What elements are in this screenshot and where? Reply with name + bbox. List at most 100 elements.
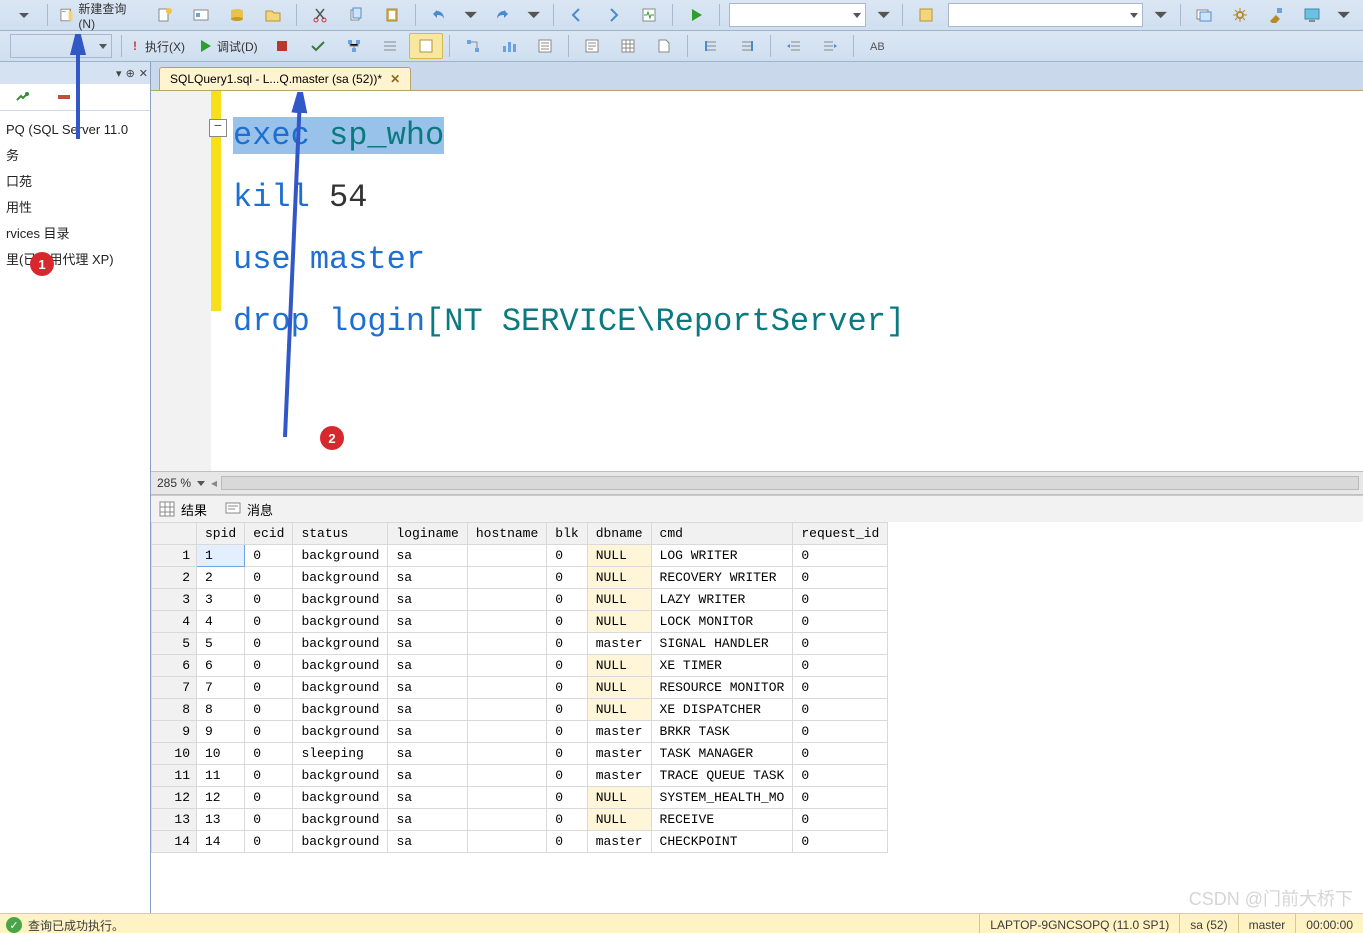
tool2-icon[interactable] [1259, 2, 1293, 28]
chevron-down-icon [853, 13, 861, 18]
table-row[interactable]: 220backgroundsa0NULLRECOVERY WRITER0 [152, 567, 888, 589]
stop-icon[interactable] [265, 33, 299, 59]
table-row[interactable]: 12120backgroundsa0NULLSYSTEM_HEALTH_MO0 [152, 787, 888, 809]
tree-item[interactable]: 口苑 [4, 169, 146, 195]
tree-item[interactable]: 里(已禁用代理 XP) [4, 247, 146, 273]
column-header[interactable]: dbname [587, 523, 651, 545]
table-row[interactable]: 550backgroundsa0masterSIGNAL HANDLER0 [152, 633, 888, 655]
table-row[interactable]: 440backgroundsa0NULLLOCK MONITOR0 [152, 611, 888, 633]
nav-fwd-icon[interactable] [596, 2, 630, 28]
table-row[interactable]: 770backgroundsa0NULLRESOURCE MONITOR0 [152, 677, 888, 699]
decrease-indent-icon[interactable] [777, 33, 811, 59]
tree-item[interactable]: rvices 目录 [4, 221, 146, 247]
undo-icon[interactable] [422, 2, 456, 28]
table-row[interactable]: 990backgroundsa0masterBRKR TASK0 [152, 721, 888, 743]
form-icon[interactable] [409, 33, 443, 59]
status-user: sa (52) [1179, 914, 1237, 933]
pin-icon[interactable]: ⊕ [126, 67, 135, 80]
find-menu-icon[interactable] [1148, 2, 1173, 28]
table-row[interactable]: 330backgroundsa0NULLLAZY WRITER0 [152, 589, 888, 611]
tree-item[interactable]: 用性 [4, 195, 146, 221]
project-combo[interactable] [729, 3, 866, 27]
database-combo[interactable] [10, 34, 112, 58]
copy-icon[interactable] [339, 2, 373, 28]
redo-dropdown-icon[interactable] [521, 2, 546, 28]
window-icon[interactable] [1187, 2, 1221, 28]
table-row[interactable]: 10100sleepingsa0masterTASK MANAGER0 [152, 743, 888, 765]
results-table[interactable]: spidecidstatusloginamehostnameblkdbnamec… [151, 522, 888, 853]
code-area[interactable]: exec sp_whokill 54use masterdrop login[N… [229, 91, 1363, 471]
code-editor[interactable]: − exec sp_whokill 54use masterdrop login… [151, 90, 1363, 471]
close-icon[interactable]: ✕ [139, 67, 148, 80]
toggleplan-icon[interactable] [456, 33, 490, 59]
paste-icon[interactable] [375, 2, 409, 28]
status-message: 查询已成功执行。 [28, 917, 124, 933]
find-combo[interactable] [948, 3, 1143, 27]
tab-results[interactable]: 结果 [159, 500, 207, 519]
column-header[interactable]: request_id [793, 523, 888, 545]
gear-icon[interactable] [1223, 2, 1257, 28]
connect-icon[interactable] [5, 84, 39, 110]
new-query-button[interactable]: 新建查询(N) [54, 2, 146, 28]
column-header[interactable]: loginame [388, 523, 467, 545]
debug-button[interactable]: 调试(D) [192, 33, 263, 59]
screen-menu-icon[interactable] [1331, 2, 1356, 28]
column-header[interactable]: status [293, 523, 388, 545]
db-icon[interactable] [220, 2, 254, 28]
results-to-grid-icon[interactable] [611, 33, 645, 59]
table-row[interactable]: 14140backgroundsa0masterCHECKPOINT0 [152, 831, 888, 853]
options-icon[interactable] [528, 33, 562, 59]
activity-icon[interactable] [632, 2, 666, 28]
tab-strip: SQLQuery1.sql - L...Q.master (sa (52))* … [151, 62, 1363, 90]
separator [121, 35, 122, 57]
chevron-down-icon[interactable] [197, 481, 205, 486]
column-header[interactable]: spid [197, 523, 245, 545]
fold-icon[interactable]: − [209, 119, 227, 137]
undo-dropdown-icon[interactable] [458, 2, 483, 28]
close-icon[interactable]: ✕ [390, 72, 400, 86]
nav-back-icon[interactable] [560, 2, 594, 28]
column-header[interactable]: hostname [467, 523, 546, 545]
screen-icon[interactable] [1295, 2, 1329, 28]
separator [449, 35, 450, 57]
open-icon[interactable] [256, 2, 290, 28]
check-icon: ✓ [6, 917, 22, 933]
plan-icon[interactable] [337, 33, 371, 59]
table-row[interactable]: 660backgroundsa0NULLXE TIMER0 [152, 655, 888, 677]
dropdown-icon[interactable]: ▾ [116, 67, 122, 80]
status-db: master [1238, 914, 1296, 933]
column-header[interactable]: ecid [245, 523, 293, 545]
tool-icon[interactable] [909, 2, 943, 28]
new-proj-icon[interactable] [184, 2, 218, 28]
table-row[interactable]: 110backgroundsa0NULLLOG WRITER0 [152, 545, 888, 567]
table-row[interactable]: 13130backgroundsa0NULLRECEIVE0 [152, 809, 888, 831]
results-to-text-icon[interactable] [575, 33, 609, 59]
horizontal-scrollbar[interactable] [221, 476, 1359, 490]
object-explorer: ▾ ⊕ ✕ PQ (SQL Server 11.0 务口苑用性rvices 目录… [0, 62, 151, 913]
parse-icon[interactable] [301, 33, 335, 59]
play-icon[interactable] [679, 2, 713, 28]
specify-values-icon[interactable]: AB [860, 33, 894, 59]
comment-icon[interactable] [694, 33, 728, 59]
tab-messages[interactable]: 消息 [225, 500, 273, 519]
column-header[interactable]: blk [547, 523, 587, 545]
uncomment-icon[interactable] [730, 33, 764, 59]
results-to-file-icon[interactable] [647, 33, 681, 59]
project-menu-icon[interactable] [871, 2, 896, 28]
table-row[interactable]: 880backgroundsa0NULLXE DISPATCHER0 [152, 699, 888, 721]
new-file-icon[interactable] [148, 2, 182, 28]
increase-indent-icon[interactable] [813, 33, 847, 59]
table-row[interactable]: 11110backgroundsa0masterTRACE QUEUE TASK… [152, 765, 888, 787]
results-grid[interactable]: spidecidstatusloginamehostnameblkdbnamec… [151, 522, 1363, 913]
dropdown-icon[interactable] [7, 2, 41, 28]
zoom-bar: 285 % ◂ [151, 471, 1363, 495]
redo-icon[interactable] [485, 2, 519, 28]
column-header[interactable]: cmd [651, 523, 793, 545]
tab-active[interactable]: SQLQuery1.sql - L...Q.master (sa (52))* … [159, 67, 411, 90]
execute-button[interactable]: ! 执行(X) [128, 33, 190, 59]
cut-icon[interactable] [303, 2, 337, 28]
tree-item[interactable]: 务 [4, 143, 146, 169]
zoom-value[interactable]: 285 % [157, 476, 191, 490]
indent-icon[interactable] [373, 33, 407, 59]
stats-icon[interactable] [492, 33, 526, 59]
